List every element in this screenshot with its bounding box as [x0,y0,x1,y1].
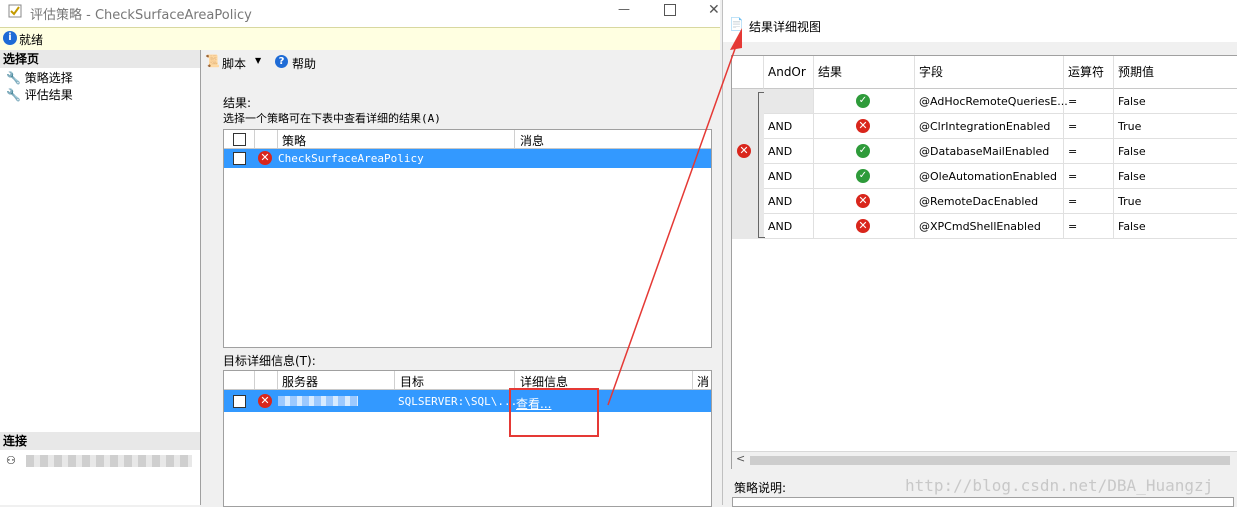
watermark: http://blog.csdn.net/DBA_Huangzj [905,476,1214,495]
annotation-arrow [607,28,742,406]
